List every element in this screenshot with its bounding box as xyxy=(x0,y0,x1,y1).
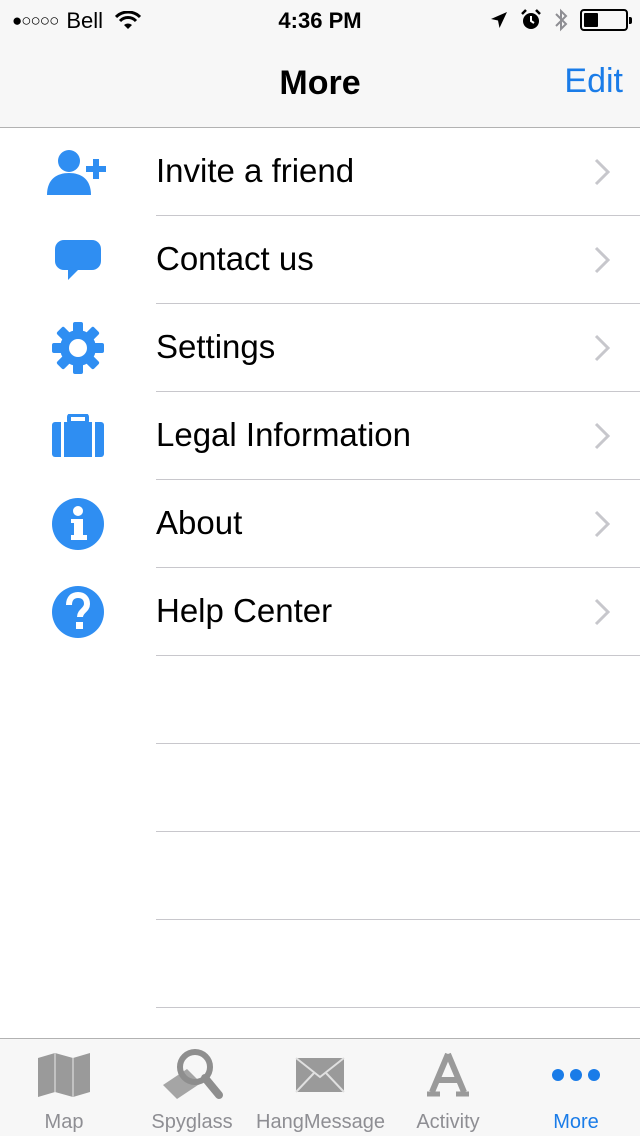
menu-item-label: Help Center xyxy=(156,592,333,629)
menu-item-label: Invite a friend xyxy=(156,152,355,189)
add-user-icon xyxy=(42,144,114,200)
chevron-right-icon xyxy=(594,158,611,191)
briefcase-icon xyxy=(42,408,114,464)
menu-item-invite-friend[interactable]: Invite a friend xyxy=(0,128,640,216)
chevron-right-icon xyxy=(594,334,611,367)
chevron-right-icon xyxy=(594,246,611,279)
navigation-bar: ●○○○○ Bell 4:36 PM More Edit xyxy=(0,0,640,128)
tab-label: Activity xyxy=(416,1111,480,1133)
location-arrow-icon xyxy=(490,11,508,29)
status-indicators xyxy=(490,8,632,32)
tab-hangmessage[interactable]: HangMessage xyxy=(256,1039,385,1136)
bluetooth-icon xyxy=(554,8,568,32)
menu-item-about[interactable]: About xyxy=(0,480,640,568)
more-dots-icon xyxy=(512,1047,640,1103)
menu-item-legal-information[interactable]: Legal Information xyxy=(0,392,640,480)
menu-item-settings[interactable]: Settings xyxy=(0,304,640,392)
menu-item-label: About xyxy=(156,504,243,541)
edit-button[interactable]: Edit xyxy=(564,62,623,101)
battery-icon xyxy=(580,9,632,31)
letter-a-icon xyxy=(384,1047,512,1103)
empty-row xyxy=(0,832,640,920)
tab-bar: Map Spyglass HangMessage Activity More xyxy=(0,1038,640,1136)
info-icon xyxy=(42,496,114,552)
tab-more[interactable]: More xyxy=(512,1039,640,1136)
page-title: More xyxy=(279,64,361,102)
row-separator xyxy=(156,1007,640,1008)
empty-row xyxy=(0,656,640,744)
empty-row xyxy=(0,744,640,832)
tab-label: Map xyxy=(44,1111,84,1133)
menu-item-help-center[interactable]: Help Center xyxy=(0,568,640,656)
chevron-right-icon xyxy=(594,422,611,455)
map-icon xyxy=(0,1047,128,1103)
question-icon xyxy=(42,584,114,640)
tab-label: More xyxy=(553,1111,599,1133)
tab-map[interactable]: Map xyxy=(0,1039,128,1136)
empty-row xyxy=(0,920,640,1008)
more-menu-list: Invite a friend Contact us Settings Lega… xyxy=(0,128,640,1008)
menu-item-label: Contact us xyxy=(156,240,314,277)
status-bar: ●○○○○ Bell 4:36 PM xyxy=(0,0,640,40)
speech-bubble-icon xyxy=(42,232,114,288)
tab-label: HangMessage xyxy=(256,1111,385,1133)
tab-activity[interactable]: Activity xyxy=(384,1039,512,1136)
tab-label: Spyglass xyxy=(151,1111,233,1133)
chevron-right-icon xyxy=(594,598,611,631)
spyglass-icon xyxy=(128,1047,256,1103)
menu-item-contact-us[interactable]: Contact us xyxy=(0,216,640,304)
chevron-right-icon xyxy=(594,510,611,543)
gear-icon xyxy=(42,320,114,376)
tab-spyglass[interactable]: Spyglass xyxy=(128,1039,256,1136)
menu-item-label: Legal Information xyxy=(156,416,411,453)
menu-item-label: Settings xyxy=(156,328,276,365)
envelope-icon xyxy=(256,1047,384,1103)
alarm-clock-icon xyxy=(520,9,542,31)
